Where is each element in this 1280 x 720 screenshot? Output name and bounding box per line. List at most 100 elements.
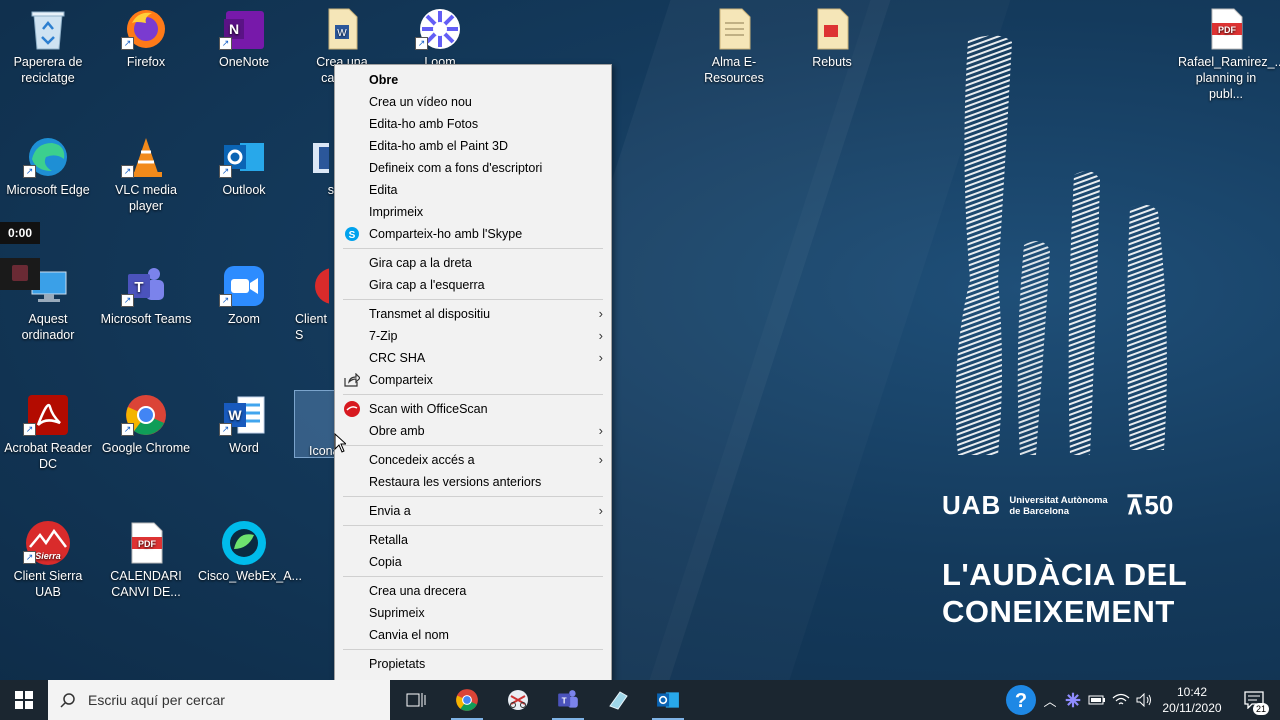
snipping-tool-icon [508,690,528,710]
menu-item-print[interactable]: Imprimeix [335,201,611,223]
desktop-icon-client-sierra[interactable]: Sierra ↗ Client Sierra UAB [0,516,96,600]
menu-item-create-shortcut[interactable]: Crea una drecera [335,580,611,602]
desktop-icon-calendari[interactable]: PDF CALENDARI CANVI DE... [98,516,194,600]
menu-item-copy[interactable]: Copia [335,551,611,573]
desktop-icon-onenote[interactable]: N ↗ OneNote [196,2,292,70]
menu-item-label: Edita [369,183,398,197]
menu-item-label: Suprimeix [369,606,425,620]
menu-item-cast-device[interactable]: Transmet al dispositiu › [335,303,611,325]
menu-item-officescan[interactable]: Scan with OfficeScan [335,398,611,420]
menu-item-edit-paint3d[interactable]: Edita-ho amb el Paint 3D [335,135,611,157]
menu-separator [343,649,603,650]
desktop-icon-partial-client[interactable]: Client S [294,259,334,343]
start-button[interactable] [0,680,48,720]
chrome-icon: ↗ [121,392,171,438]
menu-item-7zip[interactable]: 7-Zip › [335,325,611,347]
menu-item-label: Canvia el nom [369,628,449,642]
menu-item-new-video[interactable]: Crea un vídeo nou [335,91,611,113]
mouse-cursor-icon [334,433,346,453]
desktop-icon-label: Acrobat Reader DC [4,441,92,471]
menu-item-open-with[interactable]: Obre amb › [335,420,611,442]
menu-item-label: Edita-ho amb el Paint 3D [369,139,508,153]
taskbar-app-snipping[interactable] [494,680,542,720]
menu-item-rename[interactable]: Canvia el nom [335,624,611,646]
menu-item-restore-versions[interactable]: Restaura les versions anteriors [335,471,611,493]
menu-item-cut[interactable]: Retalla [335,529,611,551]
taskbar-clock[interactable]: 10:42 20/11/2020 [1156,684,1228,716]
desktop-icon-label: Icona [309,444,340,458]
uab-brand: UAB Universitat Autònoma de Barcelona ⊼5… [942,490,1173,521]
desktop-icon-label: Client Sierra UAB [13,569,83,599]
desktop-icon-label: Rebuts [812,55,852,69]
help-tray-button[interactable]: ? [1003,680,1039,720]
volume-indicator[interactable] [1133,680,1155,720]
uab-logo: UAB [942,490,1002,520]
tray-app-loom[interactable] [1062,680,1084,720]
desktop-icon-alma[interactable]: Alma E-Resources [686,2,782,86]
desktop-icon-teams[interactable]: T ↗ Microsoft Teams [98,259,194,327]
desktop-icon-loom[interactable]: ↗ Loom [392,2,488,70]
menu-item-properties[interactable]: Propietats [335,653,611,675]
menu-item-share-skype[interactable]: S Comparteix-ho amb l'Skype [335,223,611,245]
chevron-up-icon: ︿ [1043,693,1057,709]
show-hidden-icons-button[interactable]: ︿ [1040,680,1060,720]
chevron-right-icon: › [598,503,603,518]
desktop-icon-vlc[interactable]: ↗ VLC media player [98,130,194,214]
menu-separator [343,299,603,300]
wifi-icon [1112,693,1130,705]
menu-item-edit[interactable]: Edita [335,179,611,201]
menu-separator [343,445,603,446]
taskbar-search-box[interactable]: Escriu aquí per cercar [48,680,390,720]
desktop-icon-word[interactable]: W ↗ Word [196,388,292,456]
desktop-icon-outlook[interactable]: ↗ Outlook [196,130,292,198]
network-indicator[interactable] [1110,680,1132,720]
loom-icon: ↗ [415,6,465,52]
desktop-icon-firefox[interactable]: ↗ Firefox [98,2,194,70]
onenote-icon: N ↗ [219,6,269,52]
svg-text:T: T [562,696,567,705]
taskbar-app-chrome[interactable] [443,680,491,720]
desktop-icon-acrobat[interactable]: ↗ Acrobat Reader DC [0,388,96,472]
menu-item-set-wallpaper[interactable]: Defineix com a fons d'escriptori [335,157,611,179]
context-menu: Obre Crea un vídeo nou Edita-ho amb Foto… [334,64,612,680]
menu-item-open[interactable]: Obre [335,69,611,91]
desktop-icon-rebuts[interactable]: Rebuts [784,2,880,70]
desktop-icon-edge[interactable]: ↗ Microsoft Edge [0,130,96,198]
desktop-icon-recycle-bin[interactable]: Paperera de reciclatge [0,2,96,86]
desktop-icon-selected[interactable]: Icona [294,390,340,458]
taskbar-app-outlook[interactable] [644,680,692,720]
menu-separator [343,248,603,249]
desktop-icon-label: Google Chrome [101,441,191,455]
menu-item-rotate-left[interactable]: Gira cap a l'esquerra [335,274,611,296]
notification-count-badge: 21 [1252,703,1269,715]
taskbar-app-teams[interactable]: T [544,680,592,720]
task-view-button[interactable] [392,680,440,720]
menu-item-share[interactable]: Comparteix [335,369,611,391]
desktop-icon-label: Client S [295,312,327,342]
menu-item-delete[interactable]: Suprimeix [335,602,611,624]
menu-item-send-to[interactable]: Envia a › [335,500,611,522]
menu-item-label: Comparteix [369,373,433,387]
desktop-icon-partial-word[interactable]: s [294,130,334,198]
menu-item-label: Edita-ho amb Fotos [369,117,479,131]
speaker-icon [1136,693,1151,707]
menu-item-give-access[interactable]: Concedeix accés a › [335,449,611,471]
recording-control[interactable] [0,258,40,290]
svg-text:W: W [228,407,242,423]
battery-indicator[interactable] [1086,680,1108,720]
desktop-icon-webex[interactable]: Cisco_WebEx_A... [196,516,302,584]
taskbar-app-whiteboard[interactable] [594,680,642,720]
shortcut-arrow-icon: ↗ [121,294,134,307]
search-placeholder: Escriu aquí per cercar [88,692,225,708]
menu-separator [343,576,603,577]
anniversary-number: 50 [1144,490,1174,520]
menu-item-edit-photos[interactable]: Edita-ho amb Fotos [335,113,611,135]
action-center-button[interactable]: 21 [1234,680,1274,720]
menu-item-rotate-right[interactable]: Gira cap a la dreta [335,252,611,274]
desktop-icon-zoom[interactable]: ↗ Zoom [196,259,292,327]
desktop-icon-chrome[interactable]: ↗ Google Chrome [98,388,194,456]
svg-text:N: N [229,21,239,37]
desktop-icon-pdf-file[interactable]: PDF Rafael_Ramirez_... planning in publ.… [1176,2,1280,102]
menu-item-crc-sha[interactable]: CRC SHA › [335,347,611,369]
menu-item-label: Restaura les versions anteriors [369,475,542,489]
